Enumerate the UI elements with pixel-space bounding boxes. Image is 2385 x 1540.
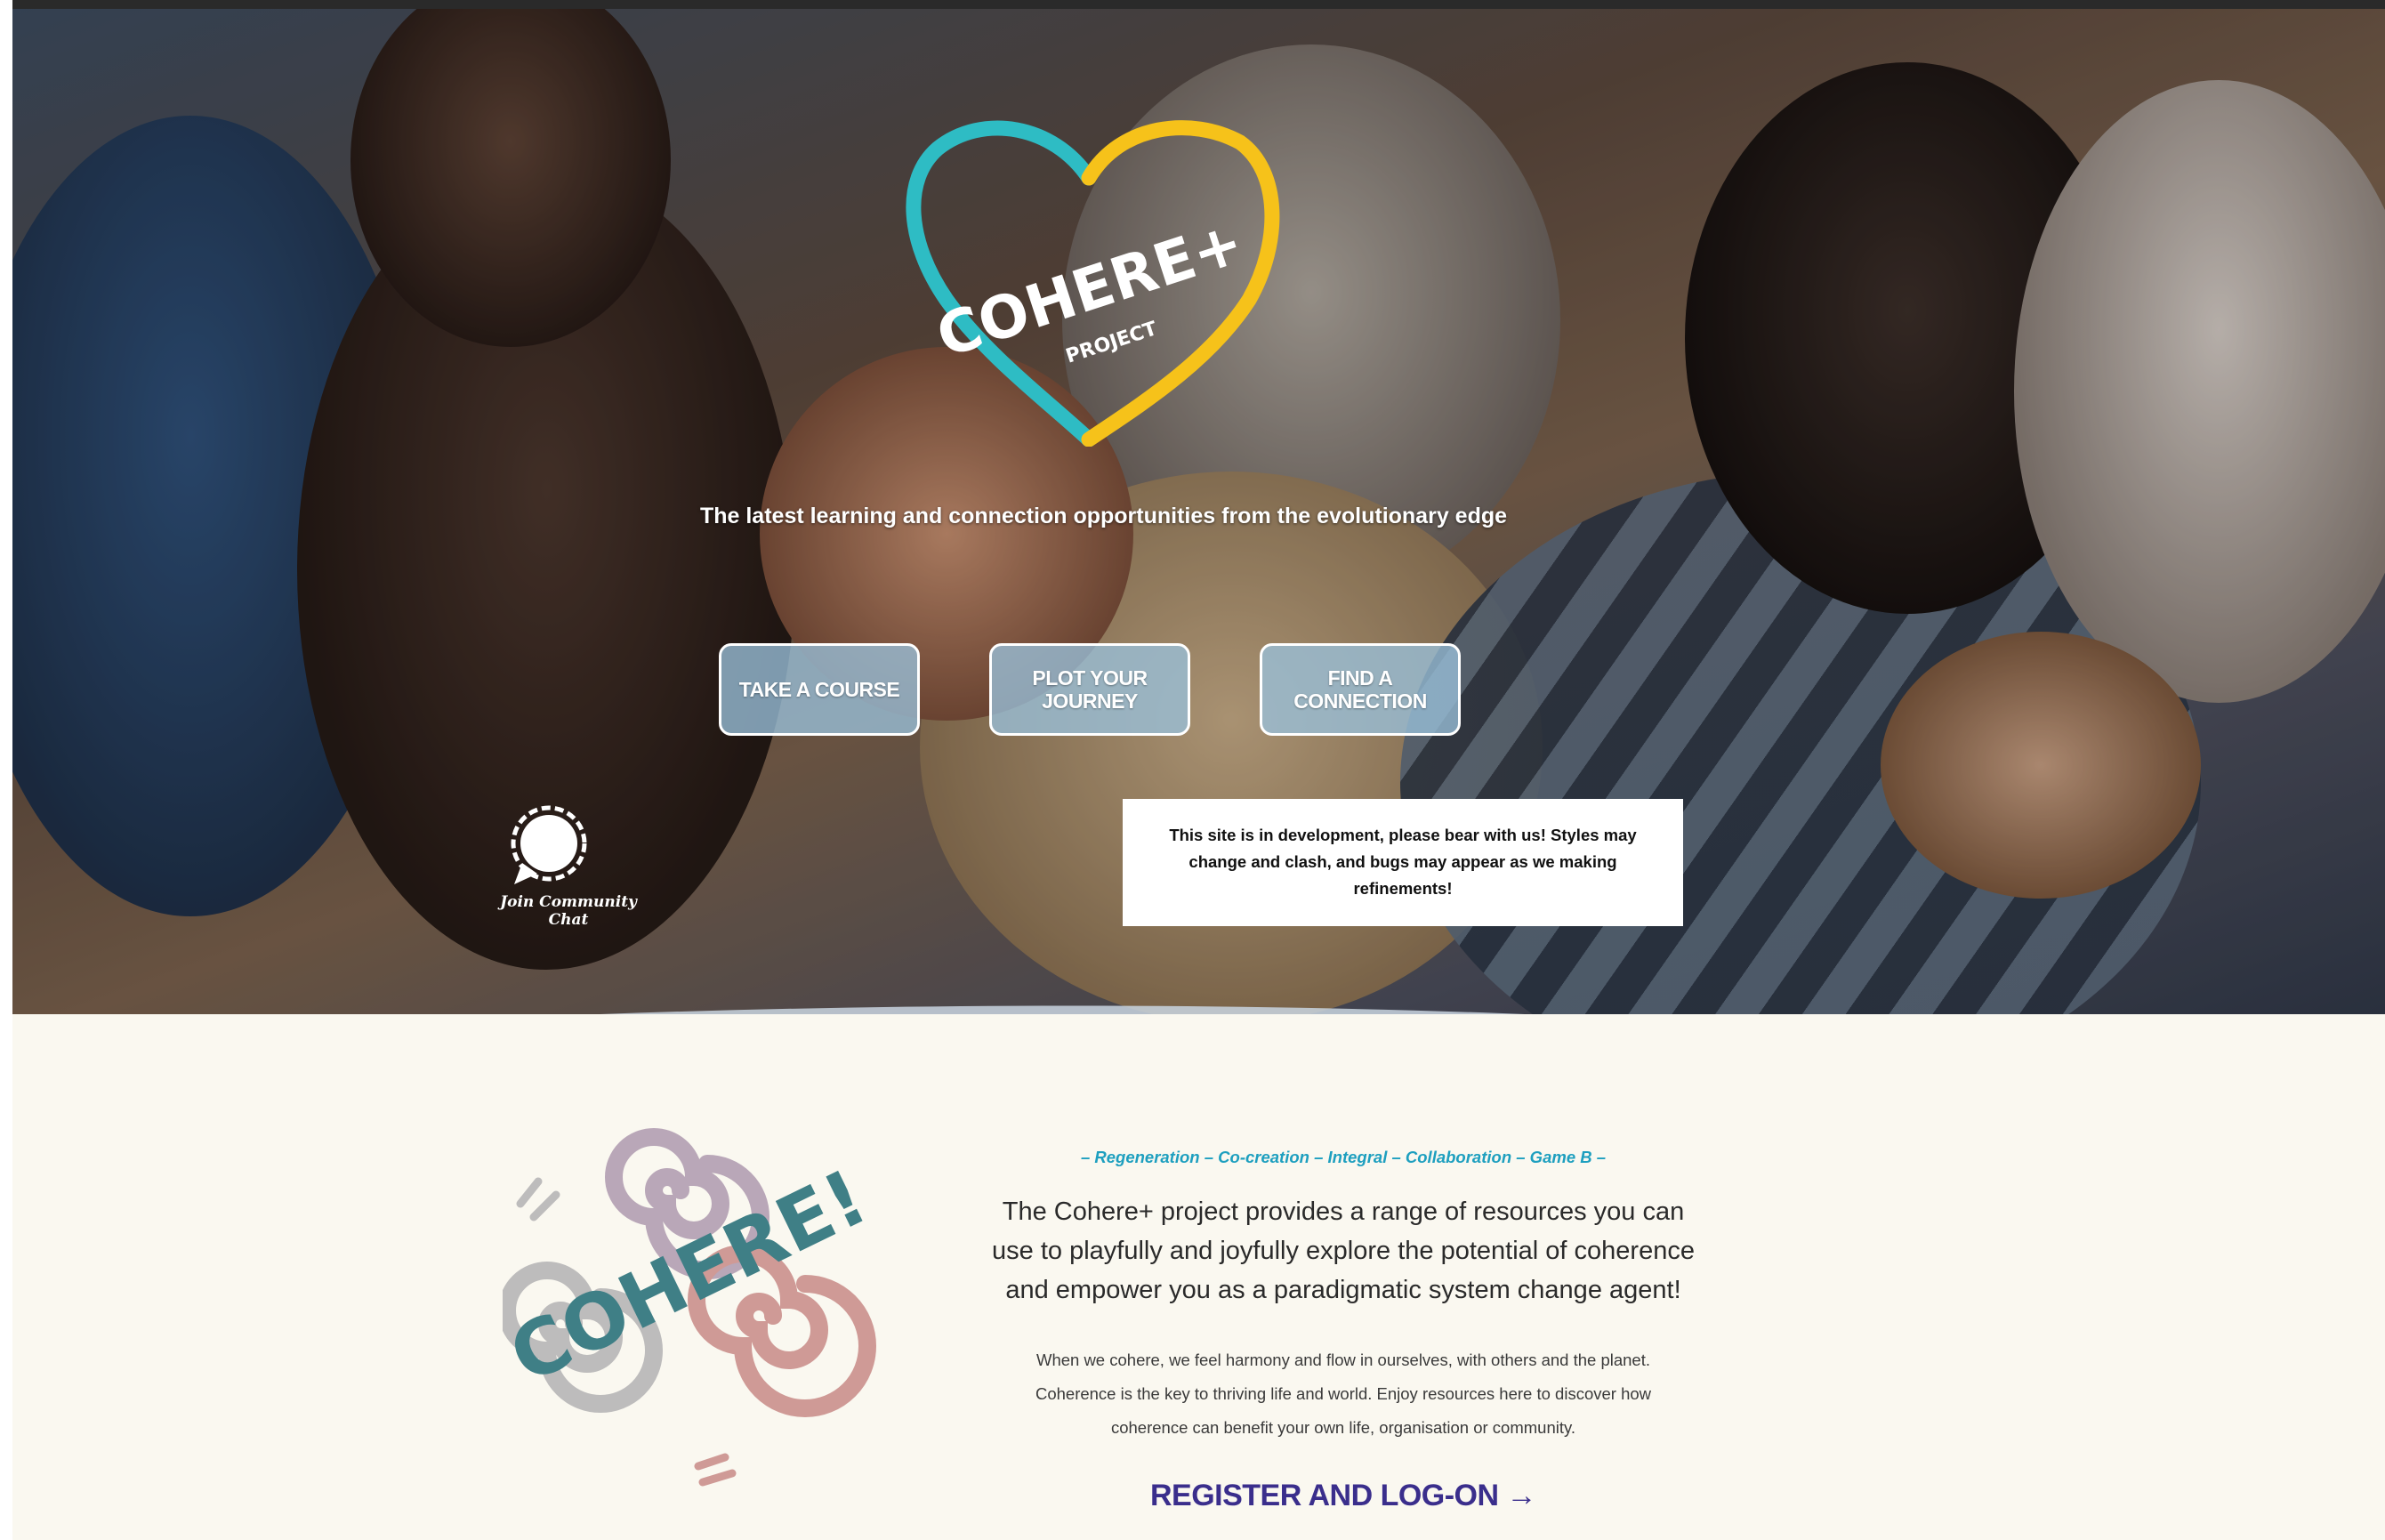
- section-wave-divider: [600, 1005, 1525, 1014]
- speech-bubble-icon: [511, 805, 587, 884]
- cohere-swirl-logo: COHERE!: [503, 1128, 881, 1487]
- register-login-link[interactable]: REGISTER AND LOG-ON →: [987, 1479, 1699, 1513]
- lead-paragraph: The Cohere+ project provides a range of …: [992, 1197, 1695, 1304]
- hero-tagline: The latest learning and connection oppor…: [699, 504, 1508, 528]
- body-paragraph: When we cohere, we feel harmony and flow…: [1035, 1351, 1652, 1437]
- top-border: [12, 0, 2385, 9]
- cohere-project-logo[interactable]: COHERE+ PROJECT: [898, 109, 1289, 447]
- community-chat-link[interactable]: Join Community Chat: [493, 801, 644, 929]
- plot-your-journey-button[interactable]: PLOT YOUR JOURNEY: [989, 643, 1190, 736]
- find-a-connection-button[interactable]: FIND A CONNECTION: [1260, 643, 1461, 736]
- values-line: – Regeneration – Co-creation – Integral …: [1080, 1148, 1607, 1166]
- hero-banner: COHERE+ PROJECT The latest learning and …: [12, 9, 2385, 1014]
- development-notice: This site is in development, please bear…: [1123, 799, 1683, 926]
- community-chat-label: Join Community Chat: [500, 893, 637, 929]
- take-a-course-button[interactable]: TAKE A COURSE: [719, 643, 920, 736]
